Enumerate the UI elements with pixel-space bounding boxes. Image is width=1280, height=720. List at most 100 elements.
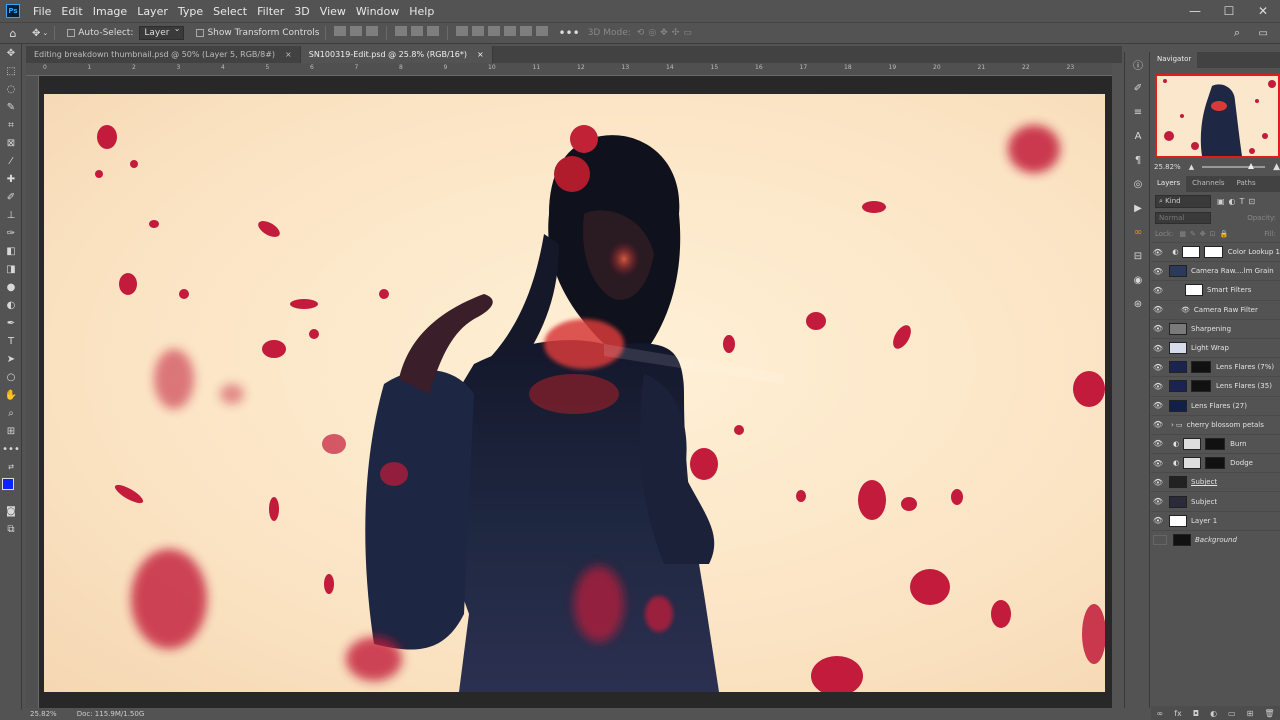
tab-layers[interactable]: Layers — [1151, 176, 1187, 192]
quick-select-icon[interactable]: ✎ — [0, 98, 22, 116]
distribute-6-icon[interactable] — [536, 26, 549, 36]
menu-item-image[interactable]: Image — [88, 5, 132, 18]
type-icon[interactable]: T — [0, 332, 22, 350]
filter-eye-icon[interactable]: 👁 — [1181, 306, 1190, 314]
paragraph-icon[interactable]: ¶ — [1125, 148, 1151, 172]
swap-colors-icon[interactable]: ⇄ — [0, 458, 22, 476]
layer-row[interactable]: 👁 Lens Flares (7%) — [1151, 357, 1280, 376]
layer-row[interactable]: 👁 Lens Flares (35) — [1151, 376, 1280, 395]
history-brush-icon[interactable]: ✑ — [0, 224, 22, 242]
layer-row[interactable]: 👁 Lens Flares (27) — [1151, 395, 1280, 415]
show-transform-checkbox[interactable] — [196, 29, 205, 37]
search-icon[interactable]: ⌕ — [1234, 26, 1240, 40]
add-mask-icon[interactable]: ◘ — [1193, 709, 1199, 718]
layer-mask-thumbnail[interactable] — [1191, 380, 1211, 393]
menu-item-edit[interactable]: Edit — [56, 5, 87, 18]
align-middle-icon[interactable] — [411, 26, 424, 36]
new-group-icon[interactable]: ▭ — [1228, 709, 1236, 718]
pen-icon[interactable]: ✒ — [0, 314, 22, 332]
brush-icon[interactable]: ✐ — [0, 188, 22, 206]
eyedropper-icon[interactable]: ⁄ — [0, 152, 22, 170]
visibility-eye-icon[interactable]: 👁 — [1151, 286, 1165, 295]
brush-settings-icon[interactable]: ✐ — [1125, 76, 1151, 100]
layer-row[interactable]: 👁 👁 Camera Raw Filter — [1151, 299, 1280, 319]
styles-icon[interactable]: ⊛ — [1125, 292, 1151, 316]
layer-mask-thumbnail[interactable] — [1191, 361, 1211, 374]
layer-mask-thumbnail[interactable] — [1205, 437, 1226, 450]
menu-item-layer[interactable]: Layer — [132, 5, 173, 18]
lasso-icon[interactable]: ◌ — [0, 80, 22, 98]
more-options-icon[interactable]: ••• — [558, 26, 579, 40]
crop-icon[interactable]: ⌗ — [0, 116, 22, 134]
distribute-4-icon[interactable] — [504, 26, 517, 36]
menu-item-3d[interactable]: 3D — [289, 5, 314, 18]
tab-paths[interactable]: Paths — [1231, 176, 1262, 192]
distribute-5-icon[interactable] — [520, 26, 533, 36]
zoom-out-icon[interactable]: ▲ — [1189, 163, 1194, 171]
adjustments-icon[interactable]: ≡ — [1125, 100, 1151, 124]
navigator-thumbnail[interactable] — [1155, 74, 1280, 158]
libraries-icon[interactable]: ◎ — [1125, 172, 1151, 196]
align-left-icon[interactable] — [334, 26, 347, 36]
visibility-eye-icon[interactable]: 👁 — [1151, 305, 1165, 314]
workspace-icon[interactable]: ▭ — [1259, 28, 1268, 39]
filter-icons[interactable]: ▣◐T⊡ — [1217, 197, 1259, 206]
auto-select-checkbox[interactable] — [67, 29, 76, 37]
move-icon[interactable]: ✥ — [0, 44, 22, 62]
screen-mode-icon[interactable]: ⧉ — [0, 520, 22, 538]
quick-mask-icon[interactable]: ◙ — [0, 502, 22, 520]
document-tab[interactable]: Editing breakdown thumbnail.psd @ 50% (L… — [26, 46, 301, 63]
visibility-eye-icon[interactable]: 👁 — [1151, 267, 1165, 276]
chevron-down-icon[interactable]: ⌄ — [42, 29, 48, 37]
menu-item-view[interactable]: View — [315, 5, 351, 18]
align-bottom-icon[interactable] — [427, 26, 440, 36]
lock-icons[interactable]: ▦✎✥⊡🔒 — [1179, 230, 1232, 238]
3d-panel-icon[interactable]: ◉ — [1125, 268, 1151, 292]
foreground-color[interactable] — [2, 478, 14, 490]
distribute-2-icon[interactable] — [472, 26, 485, 36]
dodge-icon[interactable]: ◐ — [0, 296, 22, 314]
visibility-eye-icon[interactable]: 👁 — [1151, 324, 1165, 333]
visibility-eye-icon[interactable]: 👁 — [1151, 459, 1165, 468]
properties-icon[interactable]: ⊟ — [1125, 244, 1151, 268]
distribute-1-icon[interactable] — [456, 26, 469, 36]
visibility-eye-icon[interactable]: 👁 — [1151, 248, 1164, 257]
zoom-slider[interactable] — [1202, 163, 1266, 169]
layer-row[interactable]: 👁 ◐ Color Lookup 1 — [1151, 242, 1280, 261]
blur-icon[interactable]: ● — [0, 278, 22, 296]
layer-row[interactable]: 👁 Sharpening — [1151, 318, 1280, 338]
zoom-in-icon[interactable]: ▲ — [1273, 162, 1280, 172]
layer-row[interactable]: 👁 Layer 1 — [1151, 510, 1280, 530]
hand-icon[interactable]: ✋ — [0, 386, 22, 404]
layer-row[interactable]: 👁 Smart Filters — [1151, 280, 1280, 299]
visibility-eye-icon[interactable]: 👁 — [1151, 497, 1165, 506]
actions-icon[interactable]: ▶ — [1125, 196, 1151, 220]
move-tool-icon[interactable]: ✥ — [32, 28, 40, 39]
menu-item-type[interactable]: Type — [173, 5, 208, 18]
document-tab[interactable]: SN100319-Edit.psd @ 25.8% (RGB/16*) × — [300, 46, 493, 63]
visibility-eye-icon[interactable]: 👁 — [1151, 401, 1165, 410]
edit-toolbar-icon[interactable]: ⊞ — [0, 422, 22, 440]
home-icon[interactable]: ⌂ — [0, 27, 26, 40]
align-top-icon[interactable] — [395, 26, 408, 36]
fx-icon[interactable]: fx — [1174, 709, 1182, 718]
more-tools-icon[interactable]: ••• — [0, 440, 22, 458]
minimize-icon[interactable]: — — [1178, 4, 1212, 18]
folder-icon[interactable]: › ▭ — [1171, 421, 1183, 429]
frame-icon[interactable]: ⊠ — [0, 134, 22, 152]
character-icon[interactable]: A — [1125, 124, 1151, 148]
auto-select-dropdown[interactable]: Layer — [139, 24, 185, 40]
info-icon[interactable]: ⓘ — [1125, 52, 1151, 76]
visibility-eye-icon[interactable]: 👁 — [1151, 363, 1165, 372]
layer-row[interactable]: 👁 Subject — [1151, 491, 1280, 510]
align-center-icon[interactable] — [350, 26, 363, 36]
color-swatches[interactable] — [0, 476, 21, 502]
layer-row[interactable]: 👁 Subject — [1151, 472, 1280, 491]
close-icon[interactable]: ✕ — [1246, 4, 1280, 18]
healing-icon[interactable]: ✚ — [0, 170, 22, 188]
layer-row[interactable]: 👁 Light Wrap — [1151, 337, 1280, 357]
menu-item-help[interactable]: Help — [404, 5, 439, 18]
menu-item-window[interactable]: Window — [351, 5, 404, 18]
3d-tools-icon[interactable]: ⟲◎✥✣▭ — [637, 28, 696, 38]
canvas-area[interactable] — [39, 76, 1112, 708]
